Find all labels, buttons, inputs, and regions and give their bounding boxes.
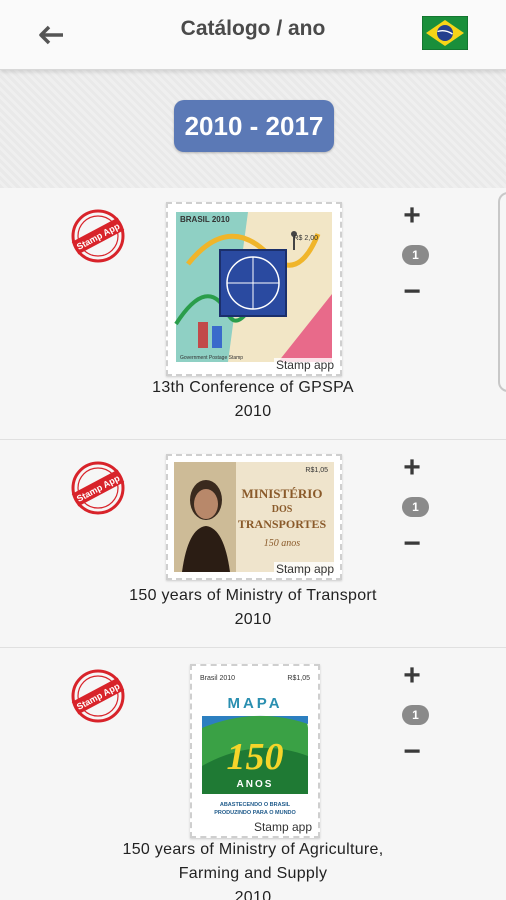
- stamp-top-label: BRASIL 2010: [180, 215, 230, 224]
- plus-icon[interactable]: +: [396, 452, 428, 484]
- app-bar: Catálogo / ano: [0, 0, 506, 70]
- stamp-artwork: BRASIL 2010 R$ 2,00 Government Postage S…: [168, 204, 340, 374]
- stamp-year: 2010: [234, 611, 272, 628]
- plus-icon[interactable]: +: [396, 660, 428, 692]
- stamp-artwork: MINISTÉRIO DOS TRANSPORTES 150 anos R$1,…: [168, 456, 340, 578]
- stamp-slogan-1: ABASTECENDO O BRASIL: [220, 802, 291, 808]
- list-item: Stamp App Brasil 2010 R$1,05 MAPA 150 AN…: [0, 648, 506, 900]
- quantity-badge: 1: [402, 245, 429, 265]
- stamp-value: R$1,05: [305, 467, 328, 474]
- stamp-watermark: Stamp app: [251, 820, 314, 834]
- stamp-caption: Government Postage Stamp: [180, 355, 243, 361]
- stamp-app-badge-icon: Stamp App: [71, 209, 125, 263]
- scrollbar[interactable]: [498, 192, 506, 392]
- stamp-watermark: Stamp app: [273, 358, 336, 372]
- stamp-line-1: MINISTÉRIO: [242, 486, 323, 501]
- stamp-slogan-2: PRODUZINDO PARA O MUNDO: [214, 810, 296, 816]
- language-flag-button[interactable]: [421, 15, 469, 51]
- stamp-title: 150 years of Ministry of Transport: [129, 587, 377, 604]
- stamp-anos: ANOS: [237, 779, 274, 790]
- stamp-image[interactable]: MINISTÉRIO DOS TRANSPORTES 150 anos R$1,…: [166, 454, 342, 580]
- plus-icon[interactable]: +: [396, 200, 428, 232]
- stamp-artwork: Brasil 2010 R$1,05 MAPA 150 ANOS ABASTEC…: [192, 666, 318, 836]
- quantity-badge: 1: [402, 705, 429, 725]
- stamp-title: 150 years of Ministry of Agriculture, Fa…: [122, 841, 384, 882]
- stamp-app-badge-icon: Stamp App: [71, 669, 125, 723]
- list-item: Stamp App BRASIL 2010 R$ 2,00 Government…: [0, 188, 506, 440]
- stamp-list: Stamp App BRASIL 2010 R$ 2,00 Government…: [0, 188, 506, 900]
- stamp-brand: MAPA: [227, 695, 282, 712]
- stamp-value: R$ 2,00: [293, 235, 318, 242]
- stamp-value: R$1,05: [287, 675, 310, 682]
- stamp-line-3: TRANSPORTES: [238, 517, 327, 531]
- stamp-app-badge-icon: Stamp App: [71, 461, 125, 515]
- minus-icon[interactable]: −: [396, 528, 428, 560]
- year-range-button[interactable]: 2010 - 2017: [174, 100, 334, 152]
- minus-icon[interactable]: −: [396, 276, 428, 308]
- stamp-top-label: Brasil 2010: [200, 675, 235, 682]
- stamp-title: 13th Conference of GPSPA: [152, 379, 354, 396]
- stamp-line-4: 150 anos: [264, 538, 301, 549]
- stamp-image[interactable]: BRASIL 2010 R$ 2,00 Government Postage S…: [166, 202, 342, 376]
- quantity-badge: 1: [402, 497, 429, 517]
- stamp-watermark: Stamp app: [273, 562, 336, 576]
- stamp-line-2: DOS: [272, 504, 293, 515]
- stamp-number: 150: [227, 736, 284, 778]
- minus-icon[interactable]: −: [396, 736, 428, 768]
- stamp-year: 2010: [234, 889, 272, 900]
- list-item: Stamp App MINISTÉRIO DOS TRANSPORTES 150…: [0, 440, 506, 648]
- stamp-image[interactable]: Brasil 2010 R$1,05 MAPA 150 ANOS ABASTEC…: [190, 664, 320, 838]
- brazil-flag-icon: [421, 15, 469, 51]
- stamp-year: 2010: [234, 403, 272, 420]
